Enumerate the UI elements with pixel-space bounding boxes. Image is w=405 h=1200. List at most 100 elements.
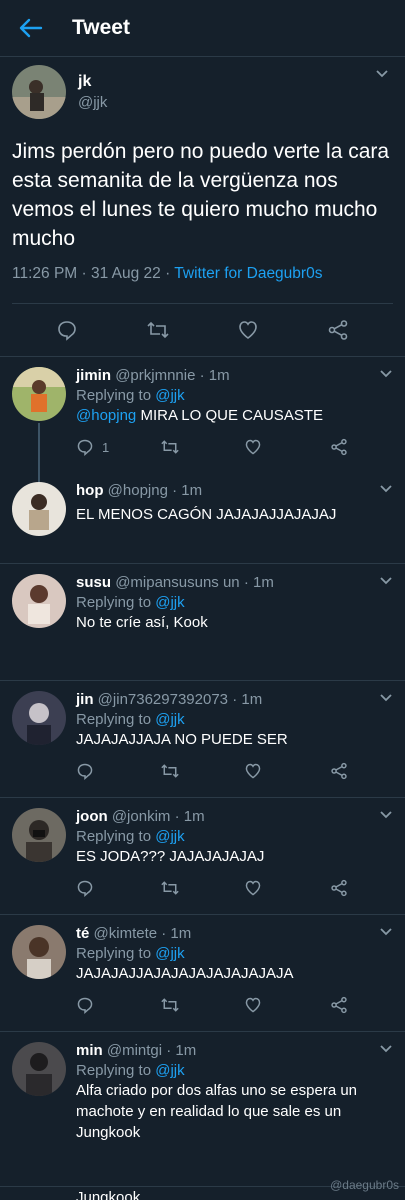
retweet-button[interactable] xyxy=(160,438,244,456)
reply-text: @hopjng MIRA LO QUE CAUSASTE xyxy=(76,407,323,424)
reply-author-handle[interactable]: @jonkim xyxy=(112,808,171,825)
replying-to: Replying to @jjk xyxy=(76,711,185,728)
reply-text: JAJAJAJJAJA NO PUEDE SER xyxy=(76,731,288,748)
replying-to: Replying to @jjk xyxy=(76,828,185,845)
like-heart-icon[interactable] xyxy=(237,319,259,341)
reply-tweet[interactable]: jin @jin736297392073 · 1m Replying to @j… xyxy=(0,681,405,798)
share-button[interactable] xyxy=(330,879,348,897)
chevron-down-icon[interactable] xyxy=(375,69,389,79)
replying-to: Replying to @jjk xyxy=(76,1062,185,1079)
reply-author-handle[interactable]: @hopjng xyxy=(108,482,168,499)
replying-to-handle[interactable]: @jjk xyxy=(155,828,184,845)
tweet-timestamp: 11:26 PM · 31 Aug 22 · xyxy=(12,265,175,282)
replying-to-handle[interactable]: @jjk xyxy=(155,945,184,962)
reply-author-name[interactable]: min xyxy=(76,1042,103,1059)
replying-to-handle[interactable]: @jjk xyxy=(155,1062,184,1079)
chevron-down-icon[interactable] xyxy=(379,1044,393,1054)
chevron-down-icon[interactable] xyxy=(379,484,393,494)
replying-to-handle[interactable]: @jjk xyxy=(155,594,184,611)
chevron-down-icon[interactable] xyxy=(379,369,393,379)
reply-author-name[interactable]: jin xyxy=(76,691,94,708)
like-button[interactable] xyxy=(244,879,328,897)
like-button[interactable] xyxy=(244,996,328,1014)
reply-author-handle[interactable]: @mipansusuns un xyxy=(115,574,239,591)
chevron-down-icon[interactable] xyxy=(379,927,393,937)
share-button[interactable] xyxy=(330,438,348,456)
avatar[interactable] xyxy=(12,65,66,119)
main-tweet: jk @jjk Jims perdón pero no puedo verte … xyxy=(0,57,405,357)
reply-author-handle[interactable]: @jin736297392073 xyxy=(98,691,228,708)
reply-button[interactable] xyxy=(76,879,160,897)
reply-author-name[interactable]: joon xyxy=(76,808,108,825)
reply-icon xyxy=(77,763,93,780)
retweet-icon[interactable] xyxy=(146,319,170,341)
mention-link[interactable]: @hopjng xyxy=(76,407,136,424)
reply-actions xyxy=(76,984,393,1026)
share-icon xyxy=(331,879,347,897)
author-name[interactable]: jk xyxy=(78,73,107,91)
tweet-text: Jims perdón pero no puedo verte la cara … xyxy=(12,140,390,250)
reply-time: · 1m xyxy=(172,482,203,499)
reply-actions: 1 xyxy=(76,426,393,468)
back-arrow-icon[interactable] xyxy=(18,18,44,38)
reply-tweet[interactable]: hop @hopjng · 1m EL MENOS CAGÓN JAJAJAJJ… xyxy=(0,472,405,564)
reply-tweet[interactable]: té @kimtete · 1m Replying to @jjk JAJAJA… xyxy=(0,915,405,1032)
reply-tweet[interactable]: min @mintgi · 1m Replying to @jjk Alfa c… xyxy=(0,1032,405,1187)
like-heart-icon xyxy=(245,763,261,779)
reply-button[interactable] xyxy=(76,762,160,780)
tweet-source[interactable]: Twitter for Daegubr0s xyxy=(174,265,322,282)
tweet-meta: 11:26 PM · 31 Aug 22 · Twitter for Daegu… xyxy=(12,265,393,304)
share-icon xyxy=(331,996,347,1014)
reply-text: EL MENOS CAGÓN JAJAJAJJAJAJAJ xyxy=(76,506,337,523)
avatar[interactable] xyxy=(12,367,66,421)
reply-tweet[interactable]: joon @jonkim · 1m Replying to @jjk ES JO… xyxy=(0,798,405,915)
reply-time: · 1m xyxy=(243,574,274,591)
page-title: Tweet xyxy=(72,16,130,39)
retweet-button[interactable] xyxy=(160,762,244,780)
share-button[interactable] xyxy=(330,762,348,780)
reply-tweet[interactable]: susu @mipansusuns un · 1m Replying to @j… xyxy=(0,564,405,681)
reply-author-handle[interactable]: @kimtete xyxy=(94,925,158,942)
avatar[interactable] xyxy=(12,574,66,628)
retweet-icon xyxy=(161,998,179,1012)
reply-icon xyxy=(77,880,93,897)
avatar[interactable] xyxy=(12,691,66,745)
avatar[interactable] xyxy=(12,1042,66,1096)
reply-text: JAJAJAJJAJAJAJAJAJAJAJAJA xyxy=(76,965,294,982)
chevron-down-icon[interactable] xyxy=(379,810,393,820)
retweet-button[interactable] xyxy=(160,996,244,1014)
reply-icon[interactable] xyxy=(56,319,78,341)
reply-icon xyxy=(77,439,93,456)
watermark: @daegubr0s xyxy=(330,1178,399,1192)
reply-time: · 1m xyxy=(166,1042,197,1059)
avatar[interactable] xyxy=(12,925,66,979)
reply-tweet[interactable]: jimin @prkjmnnie · 1m Replying to @jjk @… xyxy=(0,357,405,507)
retweet-icon xyxy=(161,764,179,778)
reply-button[interactable]: 1 xyxy=(76,438,160,456)
avatar[interactable] xyxy=(12,482,66,536)
avatar[interactable] xyxy=(12,808,66,862)
author-handle[interactable]: @jjk xyxy=(78,94,107,111)
replying-to-handle[interactable]: @jjk xyxy=(155,387,184,404)
like-button[interactable] xyxy=(244,762,328,780)
retweet-button[interactable] xyxy=(160,879,244,897)
reply-author-name[interactable]: hop xyxy=(76,482,104,499)
like-button[interactable] xyxy=(244,438,328,456)
chevron-down-icon[interactable] xyxy=(379,693,393,703)
reply-author-name[interactable]: susu xyxy=(76,574,111,591)
replying-to-handle[interactable]: @jjk xyxy=(155,711,184,728)
share-icon xyxy=(331,438,347,456)
reply-author-name[interactable]: té xyxy=(76,925,89,942)
share-icon[interactable] xyxy=(327,319,349,341)
reply-actions xyxy=(76,750,393,792)
share-button[interactable] xyxy=(330,996,348,1014)
reply-button[interactable] xyxy=(76,996,160,1014)
reply-author-name[interactable]: jimin xyxy=(76,367,111,384)
reply-time: · 1m xyxy=(161,925,192,942)
reply-text: Alfa criado por dos alfas uno se espera … xyxy=(76,1082,358,1141)
reply-text: No te críe así, Kook xyxy=(76,614,208,631)
reply-author-handle[interactable]: @prkjmnnie xyxy=(115,367,195,384)
reply-author-handle[interactable]: @mintgi xyxy=(107,1042,162,1059)
chevron-down-icon[interactable] xyxy=(379,576,393,586)
reply-count: 1 xyxy=(102,439,110,455)
